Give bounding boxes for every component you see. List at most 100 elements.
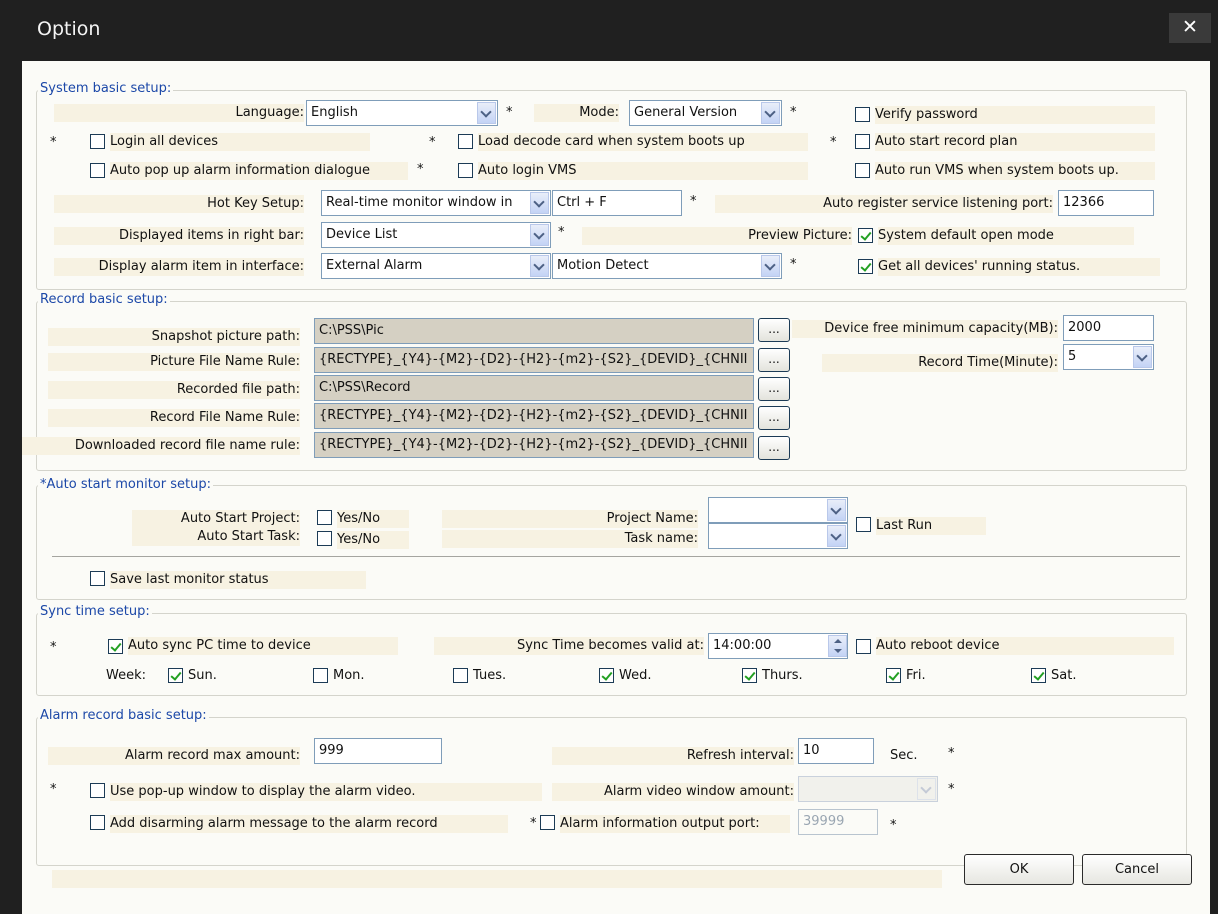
- verify-password-checkbox[interactable]: [855, 107, 870, 122]
- display-alarm-select-2[interactable]: Motion Detect: [552, 253, 782, 279]
- chevron-down-icon[interactable]: [917, 778, 936, 800]
- window-title: Option: [37, 18, 101, 40]
- login-all-devices-checkbox[interactable]: [90, 134, 105, 149]
- recorded-path-browse-button[interactable]: ...: [758, 377, 790, 401]
- hotkey-input[interactable]: Ctrl + F: [552, 190, 682, 216]
- close-button[interactable]: ✕: [1169, 13, 1211, 43]
- record-time-select[interactable]: 5: [1063, 344, 1154, 370]
- ok-button[interactable]: OK: [964, 854, 1074, 885]
- picture-rule-input[interactable]: {RECTYPE}_{Y4}-{M2}-{D2}-{H2}-{m2}-{S2}_…: [314, 347, 754, 373]
- auto-start-project-checkbox[interactable]: [317, 510, 332, 525]
- mode-select[interactable]: General Version: [629, 100, 782, 126]
- day-label: Mon.: [333, 668, 365, 683]
- alarm-video-window-select[interactable]: [798, 776, 938, 802]
- auto-sync-label: Auto sync PC time to device: [128, 637, 398, 655]
- snapshot-path-browse-button[interactable]: ...: [758, 318, 790, 342]
- record-rule-input[interactable]: {RECTYPE}_{Y4}-{M2}-{D2}-{H2}-{m2}-{S2}_…: [314, 403, 754, 429]
- record-time-label: Record Time(Minute):: [822, 354, 1058, 372]
- load-decode-card-checkbox[interactable]: [458, 134, 473, 149]
- snapshot-path-label: Snapshot picture path:: [48, 328, 300, 346]
- record-rule-label: Record File Name Rule:: [48, 409, 300, 427]
- auto-register-port-label: Auto register service listening port:: [715, 195, 1053, 213]
- output-port-label: Alarm information output port:: [560, 815, 790, 833]
- snapshot-path-input[interactable]: C:\PSS\Pic: [314, 318, 754, 344]
- preview-picture-value: System default open mode: [878, 227, 1134, 245]
- display-alarm-select-1-value: External Alarm: [326, 258, 423, 273]
- preview-picture-checkbox[interactable]: [858, 228, 873, 243]
- chevron-down-icon[interactable]: [1133, 346, 1152, 368]
- auto-sync-checkbox[interactable]: [108, 639, 123, 654]
- last-run-label: Last Run: [876, 517, 986, 535]
- day-label: Fri.: [906, 668, 926, 683]
- chevron-down-icon[interactable]: [530, 224, 549, 246]
- chevron-down-icon[interactable]: [530, 255, 549, 277]
- auto-start-record-plan-checkbox[interactable]: [855, 134, 870, 149]
- dialog-client: System basic setup: Language: English * …: [22, 61, 1210, 914]
- auto-popup-alarm-checkbox[interactable]: [90, 163, 105, 178]
- monitor-divider: [52, 556, 1180, 557]
- output-port-checkbox[interactable]: [540, 815, 555, 830]
- day-checkbox[interactable]: [453, 668, 468, 683]
- chevron-down-icon[interactable]: [827, 525, 846, 547]
- alarm-max-amount-label: Alarm record max amount:: [48, 747, 300, 765]
- sync-time-spinner[interactable]: [828, 635, 847, 657]
- auto-register-port-input[interactable]: 12366: [1058, 190, 1154, 216]
- day-checkbox[interactable]: [599, 668, 614, 683]
- free-capacity-input[interactable]: 2000: [1063, 315, 1154, 341]
- day-checkbox[interactable]: [886, 668, 901, 683]
- day-checkbox[interactable]: [742, 668, 757, 683]
- day-checkbox[interactable]: [1031, 668, 1046, 683]
- last-run-checkbox[interactable]: [856, 517, 871, 532]
- required-star: *: [890, 818, 897, 833]
- refresh-interval-label: Refresh interval:: [552, 747, 794, 765]
- required-star: *: [429, 135, 436, 150]
- auto-login-vms-label: Auto login VMS: [478, 162, 808, 180]
- get-all-status-checkbox[interactable]: [858, 259, 873, 274]
- chevron-down-icon[interactable]: [761, 102, 780, 124]
- sync-valid-at-input[interactable]: 14:00:00: [708, 633, 848, 659]
- auto-login-vms-checkbox[interactable]: [458, 163, 473, 178]
- auto-reboot-checkbox[interactable]: [856, 639, 871, 654]
- hotkey-select[interactable]: Real-time monitor window in: [321, 190, 551, 216]
- record-rule-browse-button[interactable]: ...: [758, 406, 790, 430]
- downloaded-rule-browse-button[interactable]: ...: [758, 436, 790, 460]
- output-port-input[interactable]: 39999: [798, 809, 878, 835]
- alarm-video-window-label: Alarm video window amount:: [552, 783, 794, 801]
- downloaded-rule-input[interactable]: {RECTYPE}_{Y4}-{M2}-{D2}-{H2}-{m2}-{S2}_…: [314, 432, 754, 458]
- cancel-button[interactable]: Cancel: [1082, 854, 1192, 885]
- auto-start-task-checkbox[interactable]: [317, 531, 332, 546]
- auto-run-vms-checkbox[interactable]: [855, 163, 870, 178]
- get-all-status-label: Get all devices' running status.: [878, 258, 1160, 276]
- right-bar-select[interactable]: Device List: [321, 222, 551, 248]
- day-label: Thurs.: [762, 668, 803, 683]
- day-checkbox[interactable]: [313, 668, 328, 683]
- recorded-path-input[interactable]: C:\PSS\Record: [314, 375, 754, 401]
- required-star: *: [558, 225, 565, 240]
- day-checkbox[interactable]: [168, 668, 183, 683]
- chevron-down-icon[interactable]: [827, 499, 846, 521]
- alarm-record-title: Alarm record basic setup:: [38, 708, 209, 723]
- record-basic-setup-title: Record basic setup:: [38, 292, 170, 307]
- required-star: *: [948, 746, 955, 761]
- chevron-down-icon[interactable]: [477, 102, 496, 124]
- refresh-interval-unit: Sec.: [890, 748, 918, 763]
- auto-reboot-label: Auto reboot device: [876, 637, 1174, 655]
- task-name-select[interactable]: [708, 523, 848, 549]
- project-name-select[interactable]: [708, 497, 848, 523]
- save-last-status-checkbox[interactable]: [90, 571, 105, 586]
- hotkey-label: Hot Key Setup:: [54, 195, 304, 213]
- picture-rule-browse-button[interactable]: ...: [758, 348, 790, 372]
- required-star: *: [50, 640, 57, 655]
- auto-start-task-yesno: Yes/No: [337, 531, 409, 549]
- refresh-interval-input[interactable]: 10: [798, 738, 874, 764]
- display-alarm-label: Display alarm item in interface:: [54, 258, 304, 276]
- language-select[interactable]: English: [306, 100, 498, 126]
- alarm-max-amount-input[interactable]: 999: [314, 738, 442, 764]
- chevron-down-icon[interactable]: [761, 255, 780, 277]
- display-alarm-select-1[interactable]: External Alarm: [321, 253, 551, 279]
- add-disarming-checkbox[interactable]: [90, 815, 105, 830]
- display-alarm-select-2-value: Motion Detect: [557, 258, 649, 273]
- chevron-down-icon[interactable]: [530, 192, 549, 214]
- right-bar-select-value: Device List: [326, 227, 398, 242]
- use-popup-checkbox[interactable]: [90, 783, 105, 798]
